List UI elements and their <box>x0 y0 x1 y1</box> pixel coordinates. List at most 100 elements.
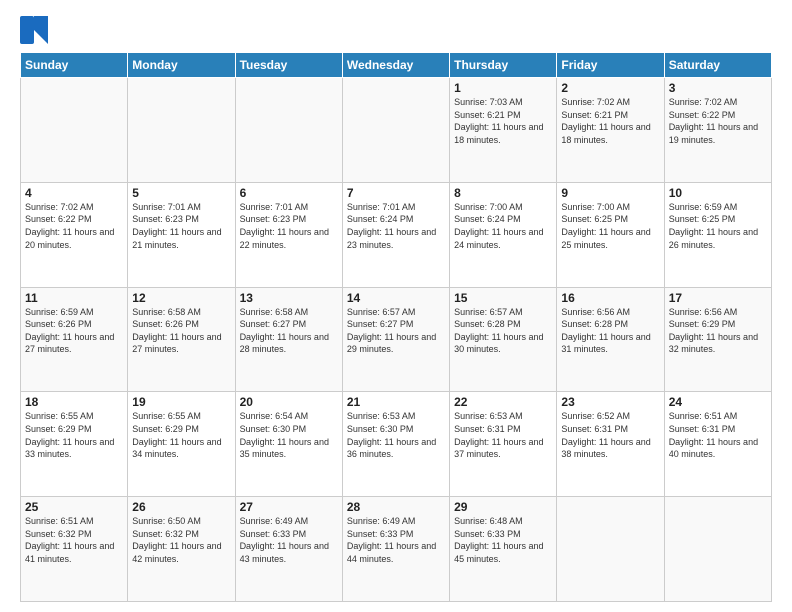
day-info: Sunrise: 6:53 AMSunset: 6:30 PMDaylight:… <box>347 410 445 460</box>
day-number: 10 <box>669 186 767 200</box>
day-info: Sunrise: 6:49 AMSunset: 6:33 PMDaylight:… <box>347 515 445 565</box>
day-number: 4 <box>25 186 123 200</box>
day-info: Sunrise: 6:59 AMSunset: 6:25 PMDaylight:… <box>669 201 767 251</box>
day-cell <box>128 78 235 183</box>
day-cell <box>235 78 342 183</box>
day-cell: 16Sunrise: 6:56 AMSunset: 6:28 PMDayligh… <box>557 287 664 392</box>
day-cell: 29Sunrise: 6:48 AMSunset: 6:33 PMDayligh… <box>450 497 557 602</box>
day-cell <box>557 497 664 602</box>
day-info: Sunrise: 6:56 AMSunset: 6:29 PMDaylight:… <box>669 306 767 356</box>
day-info: Sunrise: 6:53 AMSunset: 6:31 PMDaylight:… <box>454 410 552 460</box>
day-cell: 8Sunrise: 7:00 AMSunset: 6:24 PMDaylight… <box>450 182 557 287</box>
day-cell: 24Sunrise: 6:51 AMSunset: 6:31 PMDayligh… <box>664 392 771 497</box>
week-row-2: 4Sunrise: 7:02 AMSunset: 6:22 PMDaylight… <box>21 182 772 287</box>
day-number: 6 <box>240 186 338 200</box>
day-cell: 20Sunrise: 6:54 AMSunset: 6:30 PMDayligh… <box>235 392 342 497</box>
day-info: Sunrise: 6:51 AMSunset: 6:32 PMDaylight:… <box>25 515 123 565</box>
header-row: SundayMondayTuesdayWednesdayThursdayFrid… <box>21 53 772 78</box>
day-number: 20 <box>240 395 338 409</box>
day-info: Sunrise: 7:00 AMSunset: 6:25 PMDaylight:… <box>561 201 659 251</box>
day-cell: 10Sunrise: 6:59 AMSunset: 6:25 PMDayligh… <box>664 182 771 287</box>
day-cell: 6Sunrise: 7:01 AMSunset: 6:23 PMDaylight… <box>235 182 342 287</box>
day-number: 22 <box>454 395 552 409</box>
header <box>20 16 772 44</box>
day-number: 18 <box>25 395 123 409</box>
day-number: 16 <box>561 291 659 305</box>
day-number: 9 <box>561 186 659 200</box>
day-cell: 15Sunrise: 6:57 AMSunset: 6:28 PMDayligh… <box>450 287 557 392</box>
day-number: 1 <box>454 81 552 95</box>
day-info: Sunrise: 6:59 AMSunset: 6:26 PMDaylight:… <box>25 306 123 356</box>
day-info: Sunrise: 6:51 AMSunset: 6:31 PMDaylight:… <box>669 410 767 460</box>
day-header-saturday: Saturday <box>664 53 771 78</box>
day-header-thursday: Thursday <box>450 53 557 78</box>
day-info: Sunrise: 7:02 AMSunset: 6:21 PMDaylight:… <box>561 96 659 146</box>
day-info: Sunrise: 7:01 AMSunset: 6:23 PMDaylight:… <box>240 201 338 251</box>
week-row-5: 25Sunrise: 6:51 AMSunset: 6:32 PMDayligh… <box>21 497 772 602</box>
day-cell: 22Sunrise: 6:53 AMSunset: 6:31 PMDayligh… <box>450 392 557 497</box>
day-cell: 1Sunrise: 7:03 AMSunset: 6:21 PMDaylight… <box>450 78 557 183</box>
week-row-1: 1Sunrise: 7:03 AMSunset: 6:21 PMDaylight… <box>21 78 772 183</box>
day-cell: 9Sunrise: 7:00 AMSunset: 6:25 PMDaylight… <box>557 182 664 287</box>
day-number: 17 <box>669 291 767 305</box>
day-number: 13 <box>240 291 338 305</box>
day-info: Sunrise: 6:54 AMSunset: 6:30 PMDaylight:… <box>240 410 338 460</box>
day-number: 3 <box>669 81 767 95</box>
day-info: Sunrise: 6:57 AMSunset: 6:28 PMDaylight:… <box>454 306 552 356</box>
day-info: Sunrise: 6:58 AMSunset: 6:27 PMDaylight:… <box>240 306 338 356</box>
day-info: Sunrise: 7:01 AMSunset: 6:23 PMDaylight:… <box>132 201 230 251</box>
day-info: Sunrise: 6:49 AMSunset: 6:33 PMDaylight:… <box>240 515 338 565</box>
day-info: Sunrise: 6:58 AMSunset: 6:26 PMDaylight:… <box>132 306 230 356</box>
day-cell <box>342 78 449 183</box>
day-info: Sunrise: 6:55 AMSunset: 6:29 PMDaylight:… <box>25 410 123 460</box>
day-cell: 18Sunrise: 6:55 AMSunset: 6:29 PMDayligh… <box>21 392 128 497</box>
day-cell: 23Sunrise: 6:52 AMSunset: 6:31 PMDayligh… <box>557 392 664 497</box>
day-info: Sunrise: 6:56 AMSunset: 6:28 PMDaylight:… <box>561 306 659 356</box>
week-row-3: 11Sunrise: 6:59 AMSunset: 6:26 PMDayligh… <box>21 287 772 392</box>
day-number: 5 <box>132 186 230 200</box>
day-header-wednesday: Wednesday <box>342 53 449 78</box>
day-number: 24 <box>669 395 767 409</box>
day-number: 29 <box>454 500 552 514</box>
day-info: Sunrise: 6:48 AMSunset: 6:33 PMDaylight:… <box>454 515 552 565</box>
day-cell: 5Sunrise: 7:01 AMSunset: 6:23 PMDaylight… <box>128 182 235 287</box>
day-number: 7 <box>347 186 445 200</box>
day-number: 2 <box>561 81 659 95</box>
day-cell: 17Sunrise: 6:56 AMSunset: 6:29 PMDayligh… <box>664 287 771 392</box>
day-cell: 25Sunrise: 6:51 AMSunset: 6:32 PMDayligh… <box>21 497 128 602</box>
day-cell: 19Sunrise: 6:55 AMSunset: 6:29 PMDayligh… <box>128 392 235 497</box>
day-cell: 27Sunrise: 6:49 AMSunset: 6:33 PMDayligh… <box>235 497 342 602</box>
day-header-monday: Monday <box>128 53 235 78</box>
day-info: Sunrise: 7:01 AMSunset: 6:24 PMDaylight:… <box>347 201 445 251</box>
week-row-4: 18Sunrise: 6:55 AMSunset: 6:29 PMDayligh… <box>21 392 772 497</box>
day-number: 19 <box>132 395 230 409</box>
day-cell: 4Sunrise: 7:02 AMSunset: 6:22 PMDaylight… <box>21 182 128 287</box>
day-number: 28 <box>347 500 445 514</box>
day-cell <box>664 497 771 602</box>
day-cell: 12Sunrise: 6:58 AMSunset: 6:26 PMDayligh… <box>128 287 235 392</box>
day-number: 12 <box>132 291 230 305</box>
day-cell: 14Sunrise: 6:57 AMSunset: 6:27 PMDayligh… <box>342 287 449 392</box>
logo-icon <box>20 16 48 44</box>
day-cell: 7Sunrise: 7:01 AMSunset: 6:24 PMDaylight… <box>342 182 449 287</box>
day-header-tuesday: Tuesday <box>235 53 342 78</box>
day-info: Sunrise: 6:52 AMSunset: 6:31 PMDaylight:… <box>561 410 659 460</box>
day-info: Sunrise: 7:00 AMSunset: 6:24 PMDaylight:… <box>454 201 552 251</box>
day-cell: 21Sunrise: 6:53 AMSunset: 6:30 PMDayligh… <box>342 392 449 497</box>
day-cell: 2Sunrise: 7:02 AMSunset: 6:21 PMDaylight… <box>557 78 664 183</box>
day-cell: 28Sunrise: 6:49 AMSunset: 6:33 PMDayligh… <box>342 497 449 602</box>
day-cell: 11Sunrise: 6:59 AMSunset: 6:26 PMDayligh… <box>21 287 128 392</box>
day-info: Sunrise: 6:55 AMSunset: 6:29 PMDaylight:… <box>132 410 230 460</box>
day-header-sunday: Sunday <box>21 53 128 78</box>
day-number: 15 <box>454 291 552 305</box>
calendar-page: SundayMondayTuesdayWednesdayThursdayFrid… <box>0 0 792 612</box>
day-number: 26 <box>132 500 230 514</box>
day-cell <box>21 78 128 183</box>
day-number: 25 <box>25 500 123 514</box>
day-number: 21 <box>347 395 445 409</box>
day-cell: 3Sunrise: 7:02 AMSunset: 6:22 PMDaylight… <box>664 78 771 183</box>
day-info: Sunrise: 7:03 AMSunset: 6:21 PMDaylight:… <box>454 96 552 146</box>
day-cell: 26Sunrise: 6:50 AMSunset: 6:32 PMDayligh… <box>128 497 235 602</box>
day-info: Sunrise: 7:02 AMSunset: 6:22 PMDaylight:… <box>669 96 767 146</box>
day-header-friday: Friday <box>557 53 664 78</box>
